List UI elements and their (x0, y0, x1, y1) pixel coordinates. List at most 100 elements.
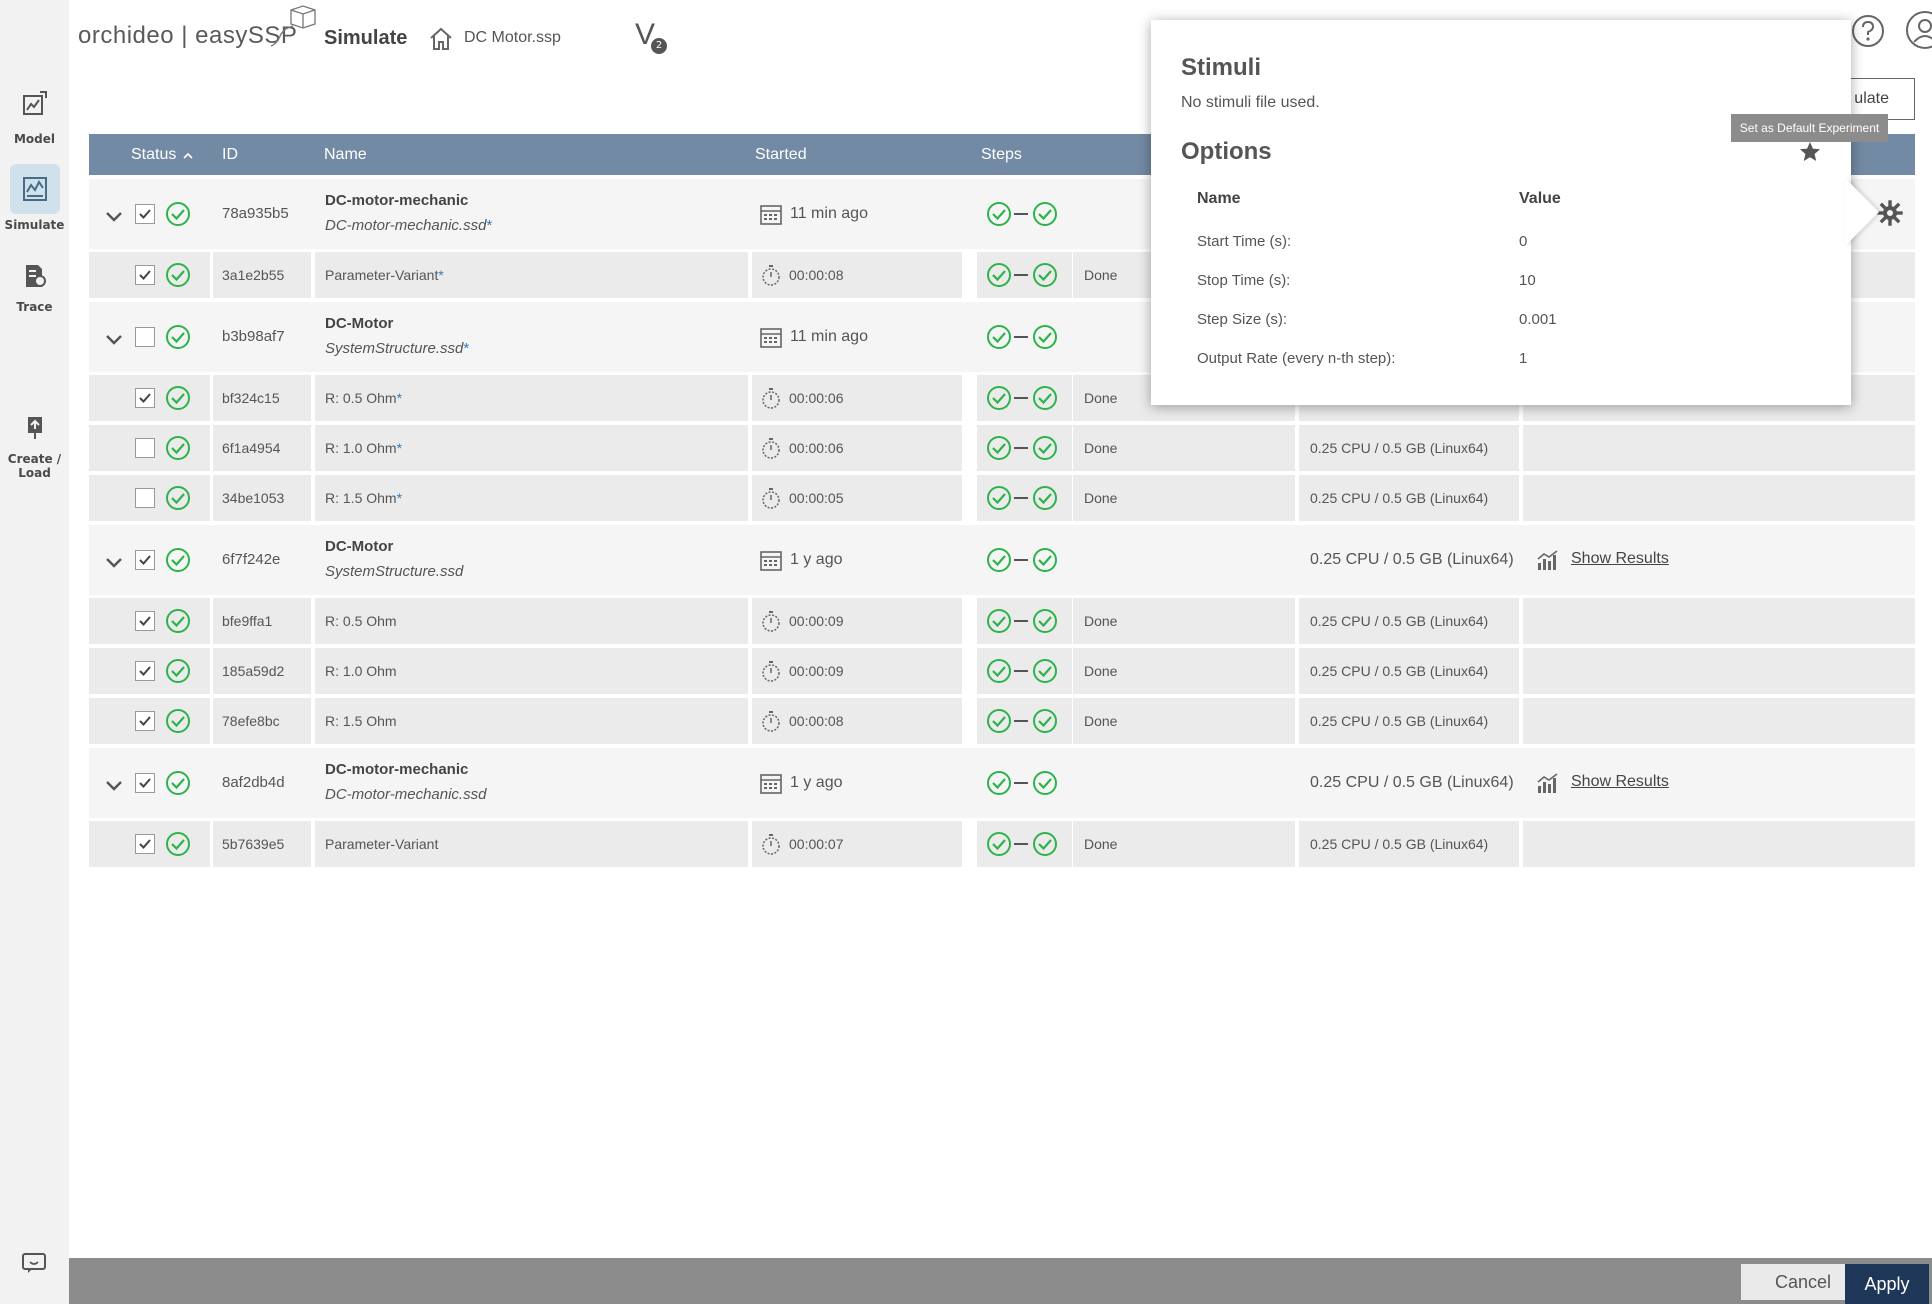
duration: 00:00:08 (789, 267, 844, 283)
sidebar-item-trace[interactable]: Trace (0, 256, 69, 314)
row-checkbox[interactable] (135, 488, 155, 508)
row-checkbox[interactable] (135, 773, 155, 793)
options-title: Options (1181, 138, 1272, 165)
run-id: 78efe8bc (222, 713, 280, 729)
table-row[interactable]: bfe9ffa1 R: 0.5 Ohm 00:00:09 Done 0.25 CPU /… (89, 598, 1915, 644)
stimuli-text: No stimuli file used. (1181, 94, 1320, 111)
step-ok-icon (1032, 485, 1058, 511)
step-connector (1014, 559, 1028, 561)
sidebar-item-create-load[interactable]: Create / Load (0, 408, 69, 480)
option-name: Output Rate (every n-th step): (1197, 350, 1396, 367)
started-time: 1 y ago (790, 551, 843, 568)
chevron-down-icon[interactable] (105, 554, 123, 568)
model-icon (10, 78, 60, 128)
run-state: Done (1084, 836, 1118, 852)
option-value[interactable]: 0 (1519, 233, 1527, 250)
feedback-icon[interactable] (22, 1253, 46, 1273)
step-ok-icon (1032, 831, 1058, 857)
model-file-name: DC-motor-mechanic.ssd (325, 217, 487, 234)
row-checkbox[interactable] (135, 327, 155, 347)
chart-icon[interactable] (1536, 772, 1560, 794)
version-badge: 2 (651, 38, 667, 54)
row-checkbox[interactable] (135, 265, 155, 285)
column-header-status[interactable]: Status (131, 146, 176, 164)
row-checkbox[interactable] (135, 611, 155, 631)
model-file-name: DC-motor-mechanic.ssd (325, 786, 487, 803)
modified-indicator: * (396, 390, 403, 406)
apply-button[interactable]: Apply (1845, 1264, 1929, 1304)
home-icon[interactable] (428, 26, 454, 52)
step-ok-icon (986, 324, 1012, 350)
table-row[interactable]: 6f1a4954 R: 1.0 Ohm* 00:00:06 Done 0.25 CPU … (89, 425, 1915, 471)
table-row[interactable]: 5b7639e5 Parameter-Variant 00:00:07 Done 0.2… (89, 821, 1915, 867)
help-icon[interactable] (1851, 14, 1885, 48)
stopwatch-icon (761, 833, 781, 855)
variant-name-text: R: 0.5 Ohm (325, 613, 397, 629)
sort-asc-icon[interactable] (183, 152, 193, 159)
step-connector (1014, 720, 1028, 722)
status-ok-icon (165, 262, 191, 288)
duration: 00:00:08 (789, 713, 844, 729)
gear-icon[interactable] (1877, 200, 1903, 226)
table-row[interactable]: 185a59d2 R: 1.0 Ohm 00:00:09 Done 0.25 CPU /… (89, 648, 1915, 694)
column-header-name[interactable]: Name (324, 146, 367, 164)
chevron-down-icon[interactable] (105, 777, 123, 791)
cube-logo-icon (270, 5, 316, 47)
star-icon[interactable] (1798, 140, 1822, 164)
column-header-steps[interactable]: Steps (981, 146, 1022, 164)
run-id: 78a935b5 (222, 205, 289, 222)
variant-name-text: R: 0.5 Ohm (325, 390, 397, 406)
step-ok-icon (1032, 608, 1058, 634)
row-checkbox[interactable] (135, 834, 155, 854)
row-checkbox[interactable] (135, 204, 155, 224)
file-name[interactable]: DC Motor.ssp (464, 29, 561, 47)
run-id: 5b7639e5 (222, 836, 285, 852)
run-state: Done (1084, 713, 1118, 729)
row-checkbox[interactable] (135, 550, 155, 570)
resources: 0.25 CPU / 0.5 GB (Linux64) (1310, 613, 1489, 629)
model-file: DC-motor-mechanic.ssd* (325, 217, 492, 234)
results-cell (1523, 648, 1915, 694)
duration: 00:00:05 (789, 490, 844, 506)
duration: 00:00:09 (789, 663, 844, 679)
trace-icon (10, 256, 60, 296)
run-state: Done (1084, 390, 1118, 406)
chevron-down-icon[interactable] (105, 331, 123, 345)
table-row[interactable]: 78efe8bc R: 1.5 Ohm 00:00:08 Done 0.25 CPU /… (89, 698, 1915, 744)
sidebar-item-simulate[interactable]: Simulate (0, 164, 69, 232)
footer-bar (69, 1258, 1932, 1304)
step-connector (1014, 782, 1028, 784)
duration: 00:00:09 (789, 613, 844, 629)
row-checkbox[interactable] (135, 711, 155, 731)
group-row[interactable]: 6f7f242e DC-Motor SystemStructure.ssd 1 y a… (89, 525, 1915, 595)
resources: 0.25 CPU / 0.5 GB (Linux64) (1310, 774, 1514, 791)
option-value[interactable]: 10 (1519, 272, 1536, 289)
column-header-id[interactable]: ID (222, 146, 238, 164)
duration: 00:00:06 (789, 440, 844, 456)
row-checkbox[interactable] (135, 661, 155, 681)
step-connector (1014, 497, 1028, 499)
step-connector (1014, 213, 1028, 215)
resources: 0.25 CPU / 0.5 GB (Linux64) (1310, 490, 1489, 506)
step-connector (1014, 336, 1028, 338)
calendar-icon (760, 549, 782, 571)
step-connector (1014, 397, 1028, 399)
option-value[interactable]: 0.001 (1519, 311, 1557, 328)
chevron-down-icon[interactable] (105, 208, 123, 222)
variant-name: R: 0.5 Ohm* (325, 390, 402, 406)
run-id: bf324c15 (222, 390, 280, 406)
option-value[interactable]: 1 (1519, 350, 1527, 367)
row-checkbox[interactable] (135, 388, 155, 408)
show-results-link[interactable]: Show Results (1571, 550, 1669, 568)
step-ok-icon (1032, 435, 1058, 461)
user-icon[interactable] (1905, 10, 1932, 50)
table-row[interactable]: 34be1053 R: 1.5 Ohm* 00:00:05 Done 0.25 CPU … (89, 475, 1915, 521)
column-header-started[interactable]: Started (755, 146, 807, 164)
variant-name: R: 1.0 Ohm* (325, 440, 402, 456)
show-results-link[interactable]: Show Results (1571, 773, 1669, 791)
row-checkbox[interactable] (135, 438, 155, 458)
run-id: 3a1e2b55 (222, 267, 285, 283)
sidebar-item-model[interactable]: Model (0, 78, 69, 146)
chart-icon[interactable] (1536, 549, 1560, 571)
group-row[interactable]: 8af2db4d DC-motor-mechanic DC-motor-mechan… (89, 748, 1915, 818)
